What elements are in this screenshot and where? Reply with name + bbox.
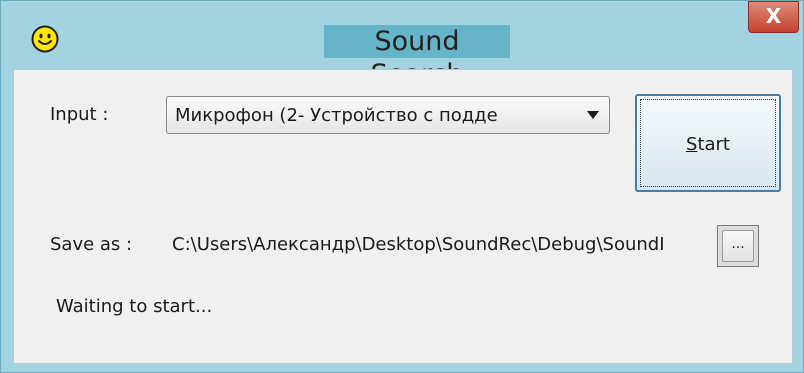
chevron-down-icon (587, 111, 599, 119)
input-device-value: Микрофон (2- Устройство с подде (175, 105, 498, 126)
close-button[interactable]: X (748, 1, 799, 33)
client-area: Input : Микрофон (2- Устройство с подде … (13, 69, 793, 364)
title-bar[interactable]: Sound Search X (1, 1, 803, 90)
smiley-icon (31, 25, 59, 53)
save-path-field[interactable]: C:\Users\Александр\Desktop\SoundRec\Debu… (172, 234, 705, 255)
input-device-select[interactable]: Микрофон (2- Устройство с подде (166, 96, 610, 134)
start-label-rest: tart (697, 134, 730, 155)
save-as-label: Save as : (50, 234, 133, 255)
start-button[interactable]: Start (635, 94, 781, 192)
window-title: Sound Search (324, 25, 510, 90)
start-button-label: Start (637, 134, 779, 155)
browse-button[interactable]: ... (717, 225, 759, 267)
close-icon: X (765, 4, 782, 28)
input-label: Input : (50, 104, 109, 125)
app-window: Sound Search X Input : Микрофон (2- Устр… (0, 0, 804, 373)
start-mnemonic: S (686, 134, 698, 155)
status-text: Waiting to start... (56, 296, 213, 317)
browse-button-label: ... (722, 230, 754, 262)
